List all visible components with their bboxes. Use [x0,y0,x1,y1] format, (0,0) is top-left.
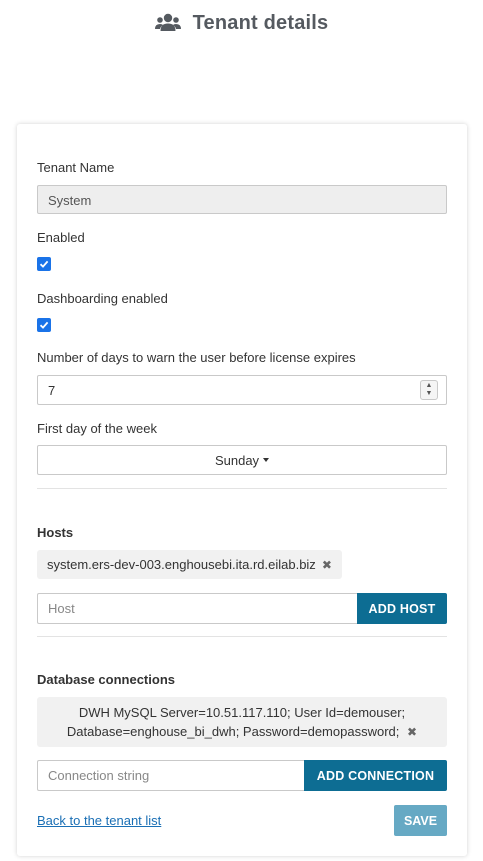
first-day-value: Sunday [214,452,260,468]
add-connection-button[interactable]: ADD CONNECTION [304,760,447,791]
check-icon [39,260,49,268]
dashboarding-label: Dashboarding enabled [37,291,168,306]
first-day-label: First day of the week [37,421,157,436]
warn-days-label: Number of days to warn the user before l… [37,350,356,365]
host-tag: system.ers-dev-003.enghousebi.ita.rd.eil… [37,550,342,579]
save-button[interactable]: SAVE [394,805,447,836]
remove-icon[interactable]: ✖ [322,558,332,572]
tenant-name-field: System [37,185,447,214]
connection-tag: DWH MySQL Server=10.51.117.110; User Id=… [37,697,447,747]
remove-icon[interactable]: ✖ [407,725,417,739]
connection-line-1: DWH MySQL Server=10.51.117.110; User Id=… [78,705,406,720]
dashboarding-checkbox[interactable] [37,318,51,332]
page-header: Tenant details [0,8,483,38]
divider [37,488,447,489]
connection-input[interactable]: Connection string [37,760,304,791]
number-spinner[interactable]: ▲ ▼ [420,380,438,400]
tenant-form-card: Tenant Name System Enabled Dashboarding … [17,124,467,856]
connection-line-2-text: Database=enghouse_bi_dwh; Password=demop… [66,724,400,739]
warn-days-input[interactable]: 7 ▲ ▼ [37,375,447,405]
caret-down-icon [263,458,270,462]
tenant-name-label: Tenant Name [37,160,115,175]
host-input[interactable]: Host [37,593,357,624]
connection-line-2: Database=enghouse_bi_dwh; Password=demop… [37,722,447,742]
enabled-label: Enabled [37,230,85,245]
add-host-button[interactable]: ADD HOST [357,593,447,624]
spin-down-icon[interactable]: ▼ [426,390,433,398]
host-tag-label: system.ers-dev-003.enghousebi.ita.rd.eil… [47,557,316,572]
spin-up-icon[interactable]: ▲ [426,382,433,390]
check-icon [39,321,49,329]
warn-days-value: 7 [48,383,56,398]
users-icon [154,12,181,34]
first-day-select[interactable]: Sunday [37,445,447,475]
back-to-tenant-list-link[interactable]: Back to the tenant list [37,813,161,828]
enabled-checkbox[interactable] [37,257,51,271]
page-title: Tenant details [192,11,329,34]
db-heading: Database connections [37,672,175,687]
hosts-heading: Hosts [37,525,74,540]
divider [37,636,447,637]
